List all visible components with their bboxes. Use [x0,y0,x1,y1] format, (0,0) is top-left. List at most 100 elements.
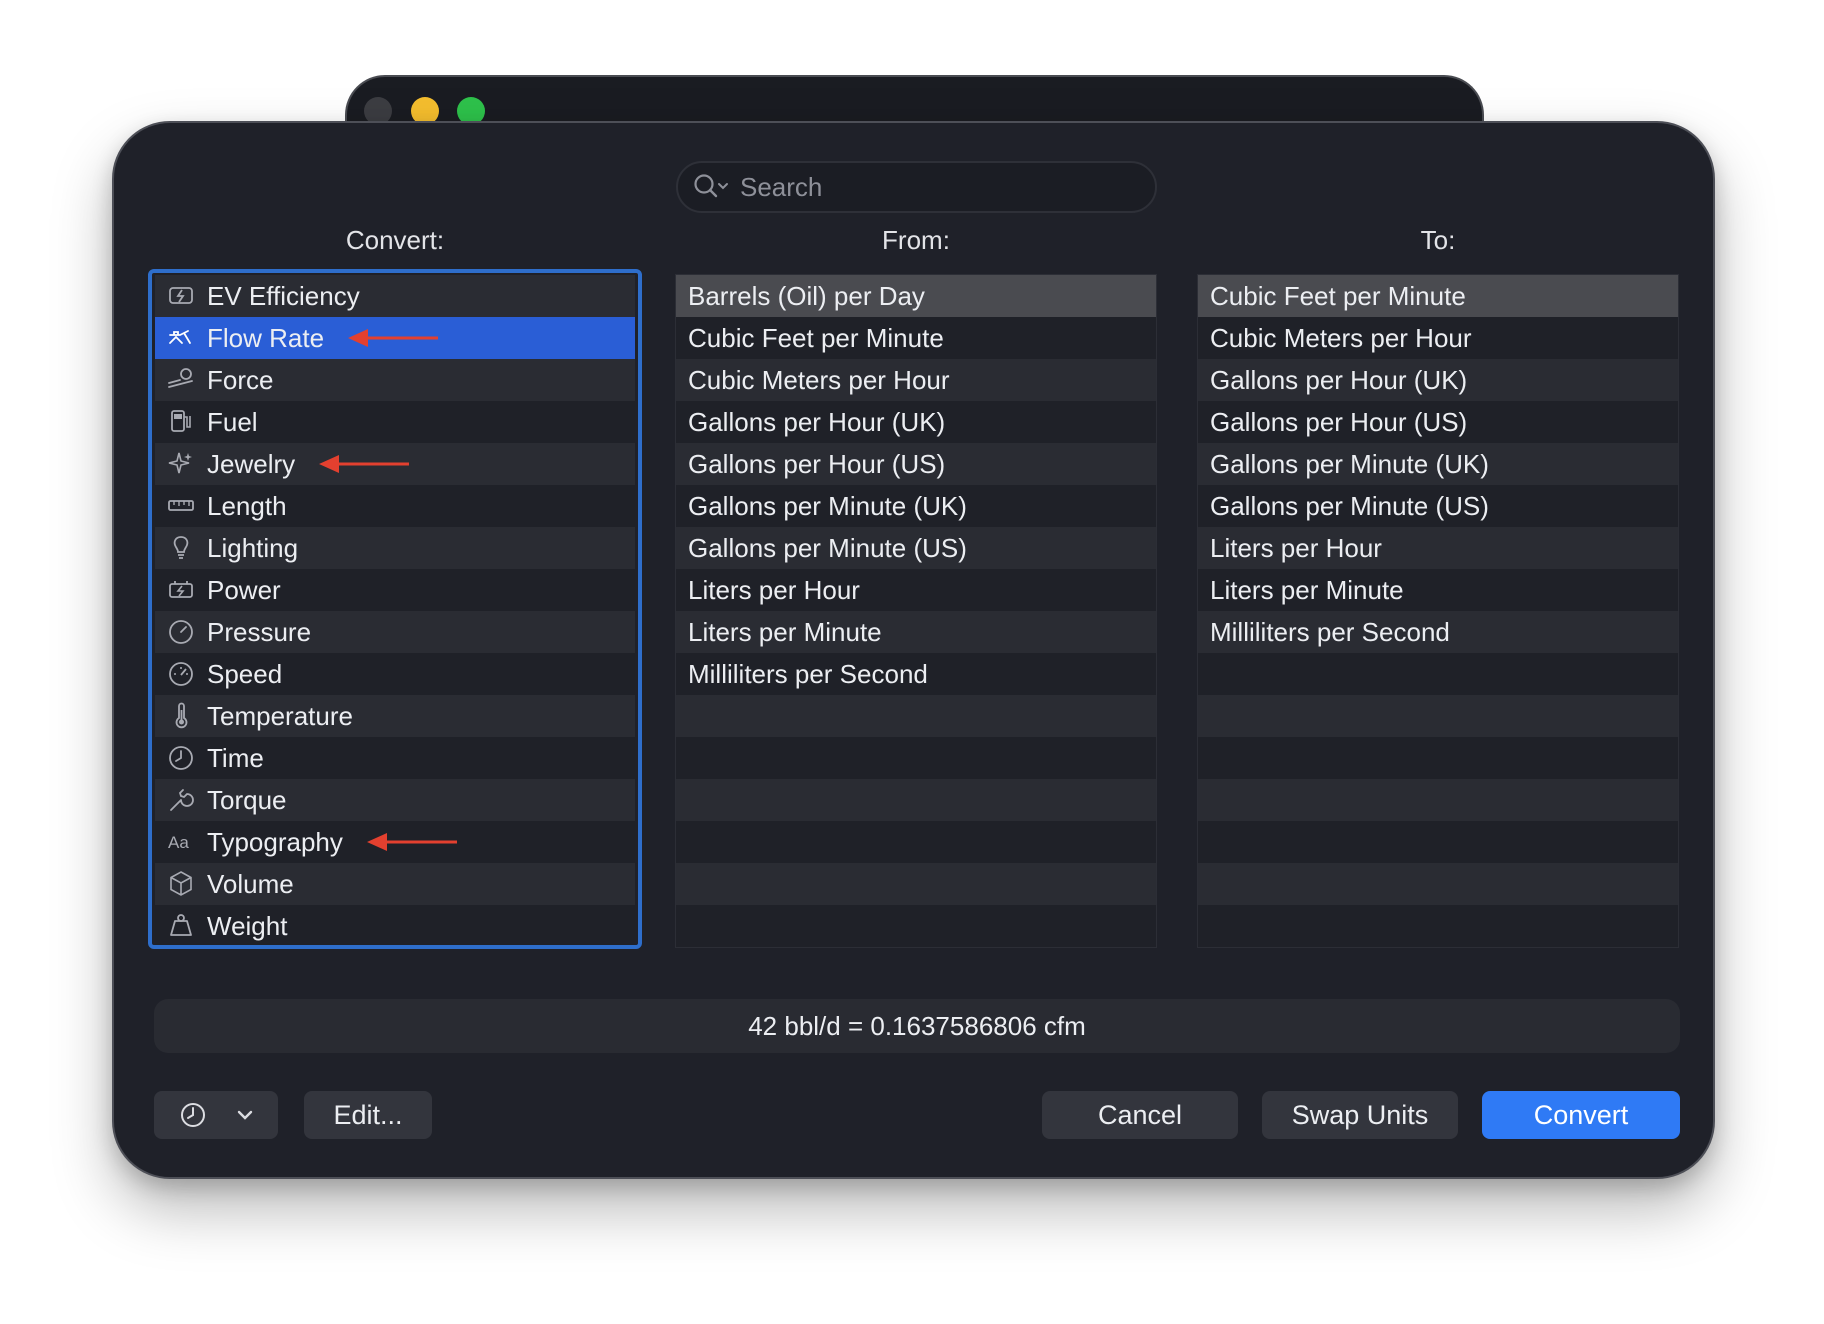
ev-battery-icon [155,275,207,317]
category-item[interactable]: Length [155,485,635,527]
empty-row [676,695,1156,737]
thermometer-icon [155,695,207,737]
history-button[interactable] [154,1091,278,1139]
unit-item[interactable]: Milliliters per Second [1198,611,1678,653]
unit-item[interactable]: Gallons per Minute (UK) [676,485,1156,527]
empty-row [676,905,1156,947]
category-item[interactable]: Lighting [155,527,635,569]
category-item[interactable]: Flow Rate [155,317,635,359]
category-item[interactable]: Volume [155,863,635,905]
unit-label: Liters per Minute [688,616,882,647]
unit-item[interactable]: Cubic Meters per Hour [676,359,1156,401]
sparkle-icon [155,443,207,485]
unit-item[interactable]: Gallons per Hour (US) [1198,401,1678,443]
annotation-arrow [348,327,440,349]
swap-units-button[interactable]: Swap Units [1262,1091,1458,1139]
unit-item[interactable]: Gallons per Minute (US) [676,527,1156,569]
from-unit-list[interactable]: Barrels (Oil) per Day Cubic Feet per Minu… [675,274,1157,948]
unit-label: Milliliters per Second [1210,616,1450,647]
to-header: To: [1420,225,1456,255]
unit-item[interactable]: Liters per Minute [676,611,1156,653]
unit-item[interactable]: Gallons per Minute (UK) [1198,443,1678,485]
unit-label: Gallons per Hour (US) [688,448,946,479]
category-item[interactable]: Pressure [155,611,635,653]
category-label: Power [207,574,281,605]
clock-icon [155,737,207,779]
category-item[interactable]: EV Efficiency [155,275,635,317]
unit-item[interactable]: Liters per Minute [1198,569,1678,611]
unit-label: Cubic Feet per Minute [1210,280,1466,311]
lightbulb-icon [155,527,207,569]
cancel-button[interactable]: Cancel [1042,1091,1238,1139]
weight-icon [155,905,207,945]
category-label: Jewelry [207,448,296,479]
category-item[interactable]: Force [155,359,635,401]
from-header: From: [882,225,950,255]
unit-item[interactable]: Milliliters per Second [676,653,1156,695]
search-icon [694,174,728,198]
unit-item[interactable]: Cubic Meters per Hour [1198,317,1678,359]
unit-item[interactable]: Cubic Feet per Minute [1198,275,1678,317]
edit-button[interactable]: Edit... [304,1091,432,1139]
category-label: Length [207,490,287,521]
convert-button[interactable]: Convert [1482,1091,1680,1139]
category-label: Temperature [207,700,353,731]
unit-item[interactable]: Liters per Hour [676,569,1156,611]
empty-row [676,779,1156,821]
empty-row [676,737,1156,779]
category-label: EV Efficiency [207,280,360,311]
wrench-icon [155,779,207,821]
category-item[interactable]: Time [155,737,635,779]
unit-item[interactable]: Gallons per Minute (US) [1198,485,1678,527]
unit-item[interactable]: Cubic Feet per Minute [676,317,1156,359]
convert-category-list[interactable]: EV Efficiency Flow Rate Force Fuel Jewelry Le… [148,269,642,949]
category-item[interactable]: Power [155,569,635,611]
category-item[interactable]: Weight [155,905,635,945]
conversion-result: 42 bbl/d = 0.1637586806 cfm [154,999,1680,1053]
empty-row [1198,695,1678,737]
svg-text:Aa: Aa [168,833,189,852]
unit-label: Gallons per Hour (UK) [1210,364,1468,395]
ruler-icon [155,485,207,527]
category-label: Torque [207,784,287,815]
convert-header: Convert: [345,225,445,255]
unit-item[interactable]: Gallons per Hour (US) [676,443,1156,485]
battery-bolt-icon [155,569,207,611]
unit-label: Barrels (Oil) per Day [688,280,925,311]
unit-item[interactable]: Gallons per Hour (UK) [676,401,1156,443]
category-label: Fuel [207,406,258,437]
to-unit-list[interactable]: Cubic Feet per Minute Cubic Meters per Ho… [1197,274,1679,948]
annotation-arrow [319,453,411,475]
search-input[interactable] [738,170,1102,204]
cube-icon [155,863,207,905]
unit-label: Cubic Meters per Hour [688,364,950,395]
unit-label: Cubic Meters per Hour [1210,322,1472,353]
empty-row [1198,905,1678,947]
category-label: Typography [207,826,343,857]
search-field[interactable] [676,161,1157,213]
annotation-arrow [366,833,457,851]
category-label: Force [207,364,274,395]
category-item[interactable]: Jewelry [155,443,635,485]
category-item[interactable]: Fuel [155,401,635,443]
category-label: Speed [207,658,283,689]
category-item[interactable]: Temperature [155,695,635,737]
faucet-icon [155,317,207,359]
annotation-arrow [319,455,410,473]
force-icon [155,359,207,401]
unit-item[interactable]: Barrels (Oil) per Day [676,275,1156,317]
empty-row [1198,863,1678,905]
empty-row [676,863,1156,905]
category-item[interactable]: Torque [155,779,635,821]
category-item[interactable]: Speed [155,653,635,695]
unit-item[interactable]: Gallons per Hour (UK) [1198,359,1678,401]
empty-row [1198,737,1678,779]
chevron-down-icon [237,1110,253,1120]
category-label: Flow Rate [207,322,325,353]
unit-label: Liters per Minute [1210,574,1404,605]
unit-item[interactable]: Liters per Hour [1198,527,1678,569]
category-item[interactable]: Aa Typography [155,821,635,863]
converter-window: Convert: From: To: EV Efficiency Flow Rat… [112,121,1715,1179]
unit-label: Liters per Hour [1210,532,1382,563]
annotation-arrow [348,329,439,347]
